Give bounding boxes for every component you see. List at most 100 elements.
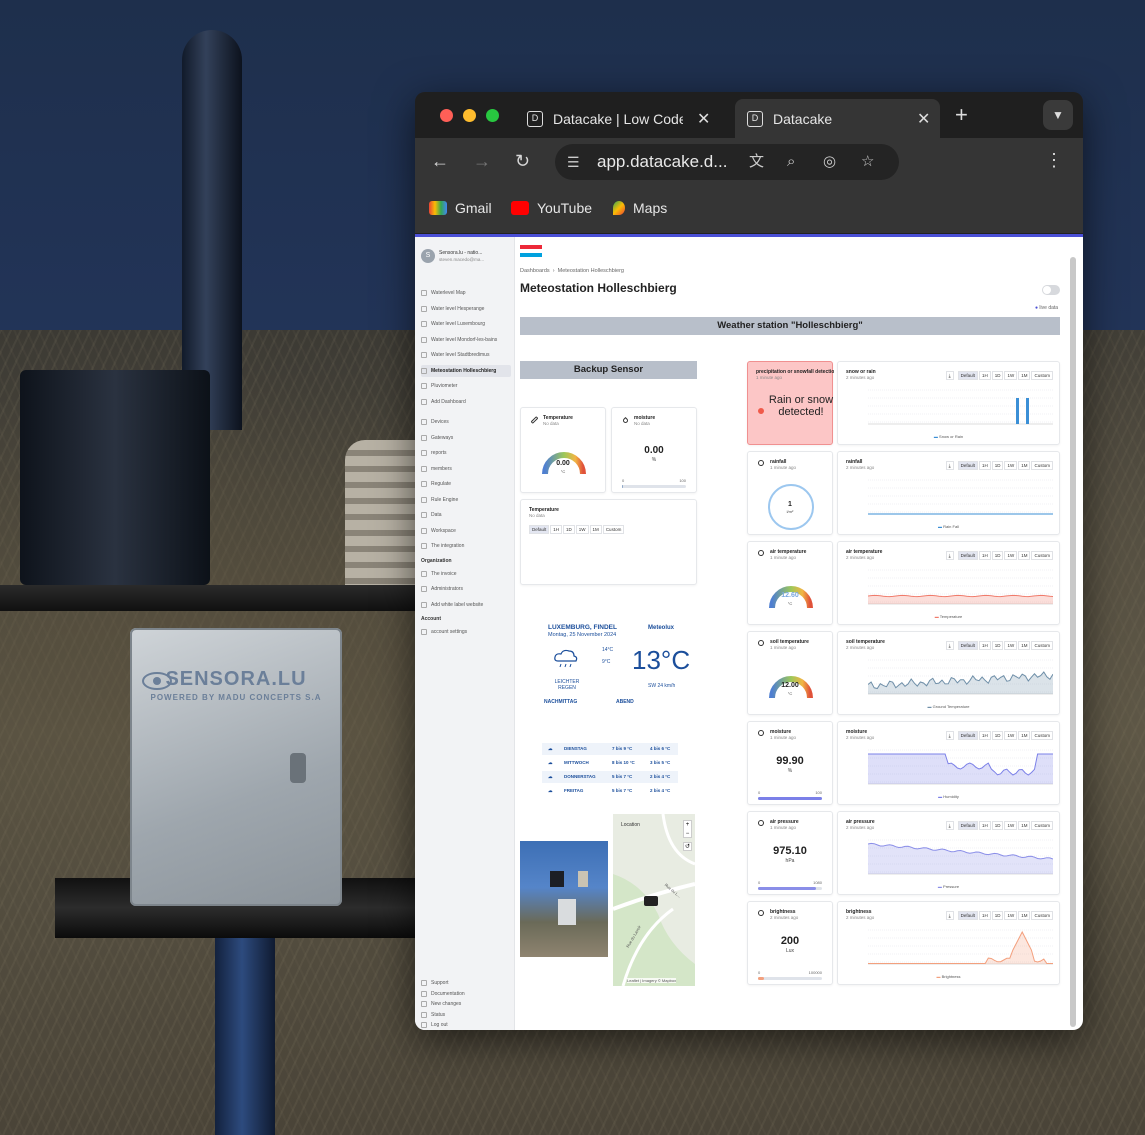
download-icon[interactable]: ⤓ bbox=[945, 551, 954, 560]
range-option[interactable]: 1D bbox=[991, 461, 1004, 470]
sidebar-item[interactable]: The invoice bbox=[421, 568, 511, 580]
range-option[interactable]: 1H bbox=[978, 731, 991, 740]
range-option[interactable]: 1D bbox=[991, 641, 1004, 650]
sidebar-item[interactable]: Add white label website bbox=[421, 599, 511, 611]
sidebar-item[interactable]: Water level Luxembourg bbox=[421, 318, 511, 330]
breadcrumb-dashboards[interactable]: Dashboards bbox=[520, 268, 550, 274]
range-option[interactable]: 1W bbox=[1004, 821, 1018, 830]
range-option[interactable]: 1W bbox=[1004, 641, 1018, 650]
edit-mode-toggle[interactable] bbox=[1042, 285, 1060, 295]
range-option[interactable]: 1H bbox=[978, 371, 991, 380]
sidebar-item[interactable]: Meteostation Holleschbierg bbox=[421, 364, 511, 377]
range-option[interactable]: Default bbox=[957, 371, 978, 380]
sidebar-item[interactable]: Devices bbox=[421, 416, 511, 428]
range-option[interactable]: Default bbox=[957, 821, 978, 830]
page-scrollbar[interactable] bbox=[1070, 257, 1076, 1027]
download-icon[interactable]: ⤓ bbox=[945, 371, 954, 380]
tab-datacake-lowcode[interactable]: D Datacake | Low Code ✕ bbox=[515, 99, 725, 138]
site-settings-icon[interactable]: ☰ bbox=[567, 144, 580, 180]
tab-datacake[interactable]: D Datacake ✕ bbox=[735, 99, 940, 138]
range-option[interactable]: 1H bbox=[978, 641, 991, 650]
range-option[interactable]: 1D bbox=[991, 821, 1004, 830]
sidebar-item[interactable]: Administrators bbox=[421, 583, 511, 595]
range-option[interactable]: 1H bbox=[978, 461, 991, 470]
range-option[interactable]: Default bbox=[957, 641, 978, 650]
sidebar-item[interactable]: The integration bbox=[421, 540, 511, 552]
back-arrow-icon[interactable]: ← bbox=[431, 151, 449, 172]
sidebar-item[interactable]: account settings bbox=[421, 626, 511, 638]
tracking-protection-eye-icon[interactable]: ◎ bbox=[823, 144, 836, 180]
range-option[interactable]: 1M bbox=[1018, 911, 1031, 920]
download-icon[interactable]: ⤓ bbox=[945, 821, 954, 830]
range-option[interactable]: Default bbox=[957, 731, 978, 740]
address-bar[interactable]: ☰ app.datacake.d... 文 ⌕ ◎ ☆ bbox=[555, 144, 899, 180]
range-option[interactable]: Custom bbox=[1031, 731, 1053, 740]
zoom-icon[interactable]: ⌕ bbox=[787, 144, 795, 180]
range-option[interactable]: 1W bbox=[1004, 461, 1018, 470]
range-1w[interactable]: 1W bbox=[575, 525, 589, 534]
sidebar-item[interactable]: Rule Engine bbox=[421, 494, 511, 506]
bookmark-gmail[interactable]: Gmail bbox=[429, 200, 492, 216]
range-option[interactable]: 1M bbox=[1018, 641, 1031, 650]
sidebar-item[interactable]: Regulate bbox=[421, 478, 511, 490]
range-option[interactable]: 1D bbox=[991, 371, 1004, 380]
zoom-window-button[interactable] bbox=[486, 109, 499, 122]
location-map[interactable]: Location + − ↺ Rue du L... Rue du Lavoir … bbox=[613, 814, 695, 986]
range-option[interactable]: 1H bbox=[978, 551, 991, 560]
range-option[interactable]: 1M bbox=[1018, 371, 1031, 380]
account-switcher[interactable]: S Sensora.lu - natio... steven.macedo@ma… bbox=[421, 249, 484, 263]
tab-search-chevron-icon[interactable]: ▼ bbox=[1043, 100, 1073, 130]
range-option[interactable]: 1W bbox=[1004, 911, 1018, 920]
minimize-window-button[interactable] bbox=[463, 109, 476, 122]
sidebar-item[interactable]: Water level Hesperange bbox=[421, 303, 511, 315]
browser-menu-icon[interactable]: ⋮ bbox=[1045, 150, 1063, 171]
range-option[interactable]: 1H bbox=[978, 821, 991, 830]
download-icon[interactable]: ⤓ bbox=[945, 461, 954, 470]
forward-arrow-icon[interactable]: → bbox=[473, 151, 491, 172]
range-option[interactable]: 1M bbox=[1018, 551, 1031, 560]
sidebar-item[interactable]: reports bbox=[421, 447, 511, 459]
range-option[interactable]: 1M bbox=[1018, 461, 1031, 470]
range-option[interactable]: Custom bbox=[1031, 911, 1053, 920]
solar-panel-marker-icon[interactable] bbox=[644, 896, 658, 906]
range-1m[interactable]: 1M bbox=[589, 525, 602, 534]
bookmark-youtube[interactable]: YouTube bbox=[511, 200, 592, 216]
download-icon[interactable]: ⤓ bbox=[945, 641, 954, 650]
range-option[interactable]: 1D bbox=[991, 551, 1004, 560]
range-option[interactable]: 1W bbox=[1004, 731, 1018, 740]
range-1d[interactable]: 1D bbox=[563, 525, 575, 534]
sidebar-item[interactable]: Water level Stadtbredimus bbox=[421, 349, 511, 361]
sidebar-item[interactable]: members bbox=[421, 463, 511, 475]
sidebar-item[interactable]: Log out bbox=[421, 1019, 511, 1030]
sidebar-item[interactable]: Waterlevel Map bbox=[421, 287, 511, 299]
download-icon[interactable]: ⤓ bbox=[945, 911, 954, 920]
map-reset-icon[interactable]: ↺ bbox=[683, 842, 692, 851]
sidebar-item[interactable]: Pluviometer bbox=[421, 380, 511, 392]
range-option[interactable]: Custom bbox=[1031, 371, 1053, 380]
reload-icon[interactable]: ↻ bbox=[515, 151, 530, 172]
close-tab-icon[interactable]: ✕ bbox=[697, 109, 710, 129]
range-option[interactable]: 1M bbox=[1018, 731, 1031, 740]
range-option[interactable]: Custom bbox=[1031, 821, 1053, 830]
range-default[interactable]: Default bbox=[529, 525, 550, 534]
range-option[interactable]: 1H bbox=[978, 911, 991, 920]
range-option[interactable]: Custom bbox=[1031, 551, 1053, 560]
close-tab-icon[interactable]: ✕ bbox=[917, 109, 930, 129]
sidebar-item[interactable]: Gateways bbox=[421, 432, 511, 444]
close-window-button[interactable] bbox=[440, 109, 453, 122]
range-option[interactable]: Custom bbox=[1031, 641, 1053, 650]
sidebar-item[interactable]: Add Dashboard bbox=[421, 396, 511, 408]
range-custom[interactable]: Custom bbox=[602, 525, 625, 534]
map-zoom-controls[interactable]: + − bbox=[683, 820, 692, 838]
bookmark-star-icon[interactable]: ☆ bbox=[861, 144, 874, 180]
range-option[interactable]: 1M bbox=[1018, 821, 1031, 830]
sidebar-item[interactable]: Water level Mondorf-les-bains bbox=[421, 334, 511, 346]
range-option[interactable]: Default bbox=[957, 551, 978, 560]
download-icon[interactable]: ⤓ bbox=[945, 731, 954, 740]
translate-icon[interactable]: 文 bbox=[749, 144, 764, 180]
range-option[interactable]: 1D bbox=[991, 731, 1004, 740]
range-option[interactable]: 1W bbox=[1004, 551, 1018, 560]
bookmark-maps[interactable]: Maps bbox=[613, 200, 667, 216]
range-option[interactable]: 1W bbox=[1004, 371, 1018, 380]
range-option[interactable]: Custom bbox=[1031, 461, 1053, 470]
